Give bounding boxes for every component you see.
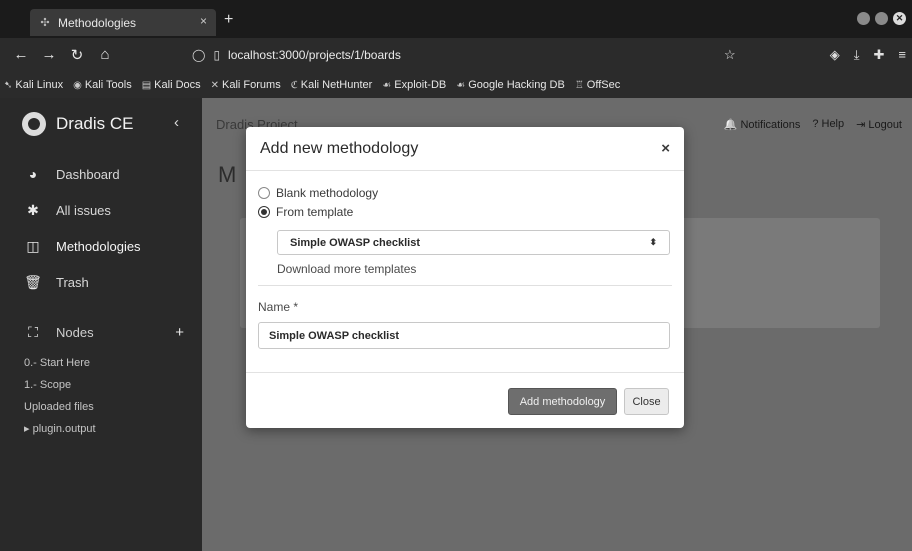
bookmark-kali-docs[interactable]: ▤ Kali Docs [142, 79, 201, 91]
nethunter-icon: ℭ [290, 79, 298, 91]
template-select[interactable]: Simple OWASP checklist ⬍ [277, 230, 670, 255]
modal-body: Blank methodology From template Simple O… [246, 172, 684, 367]
shield-icon: ◯ [192, 48, 206, 62]
node-item[interactable]: Uploaded files [24, 396, 184, 418]
sidebar-item-label: Methodologies [56, 238, 141, 254]
select-arrows-icon: ⬍ [649, 237, 657, 247]
logout-icon: ⇥ [856, 119, 866, 131]
page-icon: ▯ [213, 48, 221, 62]
nodes-label: Nodes [56, 324, 94, 340]
bell-icon: 🔔 [723, 119, 738, 131]
radio-circle-icon[interactable] [258, 187, 270, 199]
offsec-icon: ♖ [574, 79, 584, 91]
kali-icon: ➷ [4, 79, 13, 91]
nodes-section: ⛶ Nodes + 0.- Start Here 1.- Scope Uploa… [24, 320, 184, 440]
sidebar-item-label: Dashboard [56, 166, 120, 182]
notifications-link[interactable]: 🔔 Notifications [724, 118, 801, 131]
download-icon[interactable]: ⤓ [854, 47, 860, 63]
sidebar-item-label: Trash [56, 274, 89, 290]
modal-title: Add new methodology [260, 139, 419, 157]
board-icon: ◫ [26, 237, 40, 254]
sidebar-item-methodologies[interactable]: ◫ Methodologies [24, 228, 141, 264]
tab-close-icon[interactable]: × [200, 14, 207, 28]
maximize-button[interactable] [875, 12, 888, 25]
bookmarks-bar: ➷ Kali Linux ◉ Kali Tools ▤ Kali Docs ✕ Kali… [0, 72, 912, 98]
close-button[interactable]: Close [624, 388, 669, 415]
trash-icon: 🗑 [24, 273, 42, 290]
radio-blank-methodology[interactable]: Blank methodology [258, 186, 378, 200]
bookmark-offsec[interactable]: ♖ OffSec [575, 79, 620, 91]
bookmark-exploit-db[interactable]: ☙ Exploit-DB [382, 79, 446, 91]
node-item[interactable]: 0.- Start Here [24, 352, 184, 374]
pocket-icon[interactable]: ◈ [830, 47, 840, 63]
top-nav-right: 🔔 Notifications ? Help ⇥ Logout [724, 118, 902, 131]
browser-navbar: ← → ↻ ⌂ ◯ ▯ localhost:3000/projects/1/bo… [0, 38, 912, 72]
url-bar[interactable]: ◯ ▯ localhost:3000/projects/1/boards [192, 44, 752, 66]
sitemap-icon: ⛶ [28, 323, 38, 340]
url-text[interactable]: localhost:3000/projects/1/boards [228, 48, 401, 62]
radio-checked-icon[interactable] [258, 206, 270, 218]
divider [258, 285, 672, 286]
bookmark-kali-forums[interactable]: ✕ Kali Forums [211, 79, 281, 91]
new-tab-button[interactable]: + [224, 11, 233, 29]
forward-arrow-icon[interactable]: → [38, 46, 60, 64]
sidebar-collapse-icon[interactable]: ‹ [174, 114, 179, 131]
bookmark-kali-nethunter[interactable]: ℭ Kali NetHunter [291, 79, 373, 91]
bookmark-google-hacking-db[interactable]: ☙ Google Hacking DB [456, 79, 565, 91]
window-controls: ✕ [857, 12, 906, 25]
radio-label: From template [276, 205, 354, 219]
forums-icon: ✕ [210, 79, 220, 91]
menu-icon[interactable]: ≡ [898, 47, 906, 63]
brand[interactable]: Dradis CE [22, 112, 133, 136]
window-close-button[interactable]: ✕ [893, 12, 906, 25]
node-item[interactable]: 1.- Scope [24, 374, 184, 396]
exploit-icon: ☙ [382, 79, 392, 91]
help-icon: ? [812, 118, 819, 130]
add-methodology-modal: Add new methodology × Blank methodology … [246, 127, 684, 428]
help-link[interactable]: ? Help [812, 118, 844, 131]
sidebar-item-all-issues[interactable]: ✱ All issues [24, 192, 141, 228]
dradis-favicon-icon: ✣ [40, 17, 50, 29]
radio-label: Blank methodology [276, 186, 379, 200]
docs-icon: ▤ [141, 79, 152, 91]
brand-name: Dradis CE [56, 114, 134, 133]
kali-tools-icon: ◉ [73, 79, 82, 91]
extension-icon[interactable]: ✚ [874, 47, 885, 63]
reload-icon[interactable]: ↻ [66, 46, 88, 64]
close-icon[interactable]: × [661, 140, 670, 157]
sidebar-menu: ◕ Dashboard ✱ All issues ◫ Methodologies… [24, 156, 141, 300]
ghdb-icon: ☙ [456, 79, 466, 91]
minimize-button[interactable] [857, 12, 870, 25]
sidebar-item-label: All issues [56, 202, 111, 218]
name-input-value: Simple OWASP checklist [269, 329, 400, 342]
tab-title: Methodologies [58, 15, 137, 30]
sidebar-item-trash[interactable]: 🗑 Trash [24, 264, 141, 300]
bookmark-kali-linux[interactable]: ➷ Kali Linux [4, 79, 63, 91]
dashboard-icon: ◕ [28, 166, 38, 182]
modal-header: Add new methodology × [246, 127, 684, 171]
name-input[interactable]: Simple OWASP checklist [258, 322, 670, 349]
name-label: Name * [258, 300, 299, 314]
modal-footer: Add methodology Close [246, 372, 684, 428]
sidebar-item-dashboard[interactable]: ◕ Dashboard [24, 156, 141, 192]
radio-from-template[interactable]: From template [258, 205, 353, 219]
add-node-button[interactable]: + [175, 324, 184, 341]
browser-tab[interactable]: ✣ Methodologies × [30, 9, 216, 36]
browser-tab-bar: ✣ Methodologies × + ✕ [0, 0, 912, 38]
bug-icon: ✱ [27, 201, 39, 218]
template-select-value: Simple OWASP checklist [290, 236, 421, 249]
page-heading: M [218, 162, 237, 187]
logout-link[interactable]: ⇥ Logout [856, 118, 902, 131]
bookmark-kali-tools[interactable]: ◉ Kali Tools [73, 79, 132, 91]
download-templates-link[interactable]: Download more templates [277, 262, 416, 276]
bookmark-star-icon[interactable]: ☆ [724, 47, 736, 63]
add-methodology-button[interactable]: Add methodology [508, 388, 617, 415]
node-list: 0.- Start Here 1.- Scope Uploaded files … [24, 352, 184, 440]
dradis-logo-icon [22, 112, 46, 136]
home-icon[interactable]: ⌂ [94, 46, 116, 64]
node-item[interactable]: ▸ plugin.output [24, 418, 184, 440]
sidebar: Dradis CE ‹ ◕ Dashboard ✱ All issues ◫ M… [0, 98, 202, 551]
back-arrow-icon[interactable]: ← [10, 46, 32, 64]
